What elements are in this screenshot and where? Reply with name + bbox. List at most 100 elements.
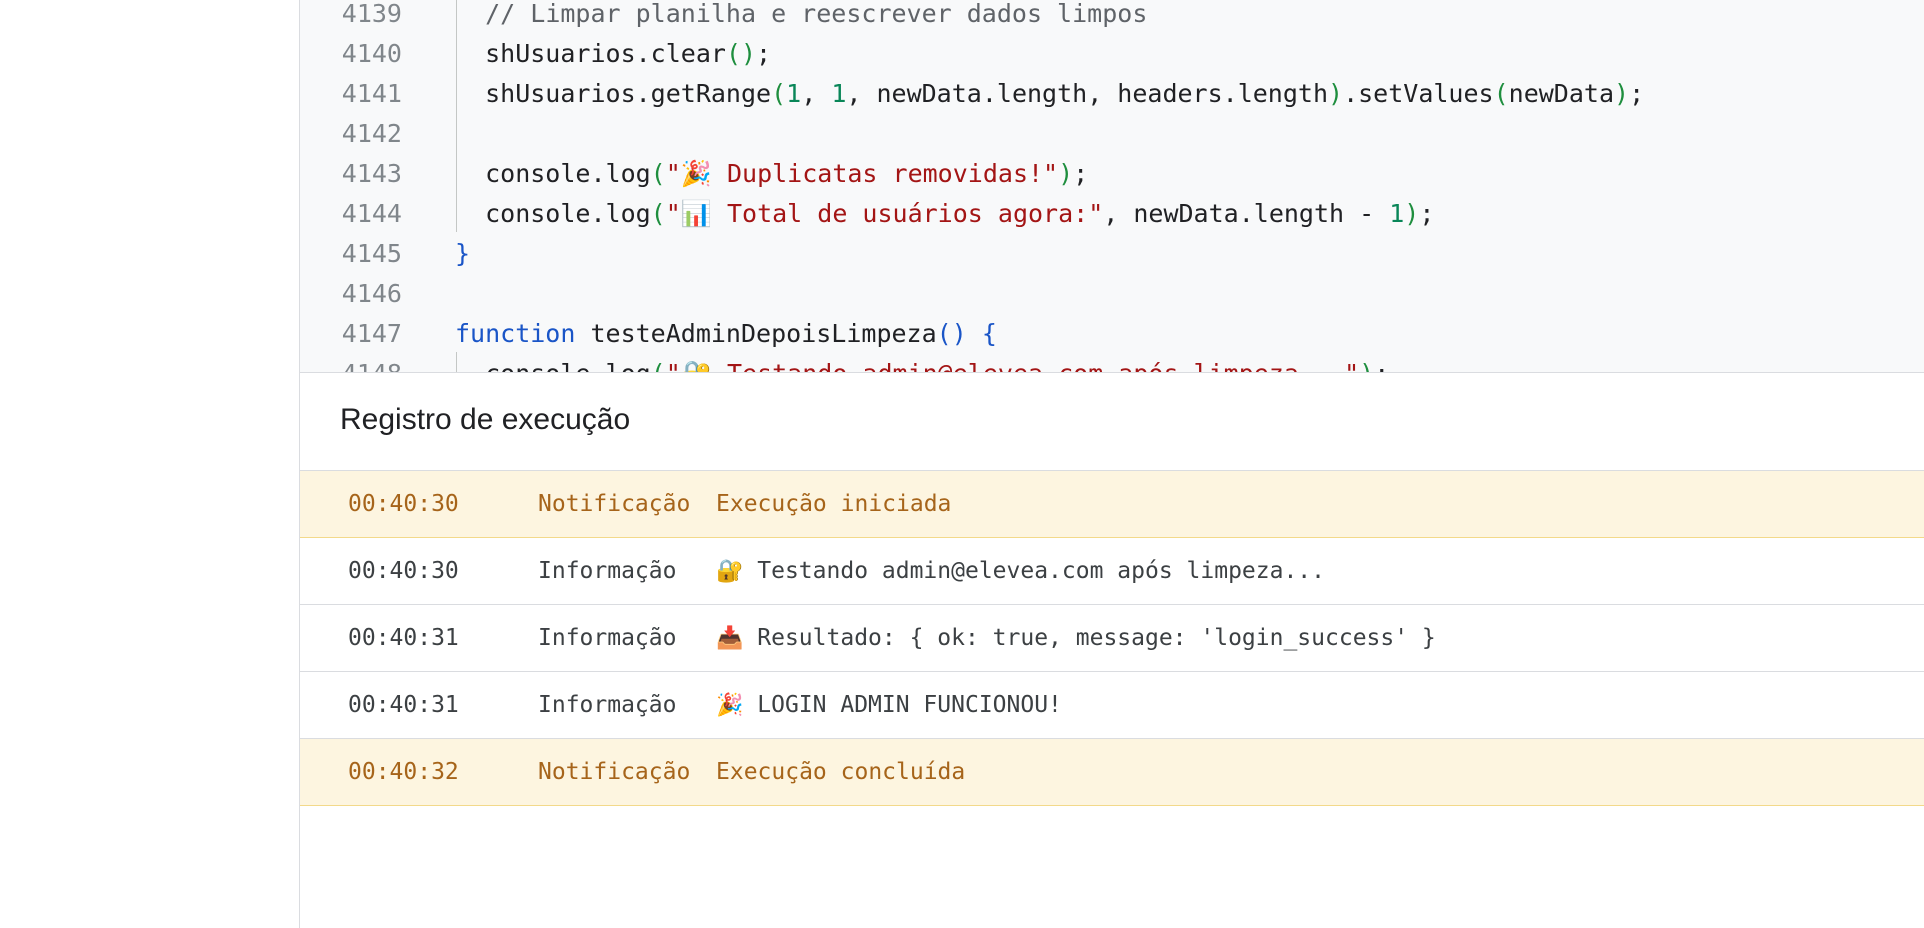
log-row: 00:40:31 Informação 📥 Resultado: { ok: tru… xyxy=(300,605,1924,672)
log-level: Notificação xyxy=(538,759,691,785)
code-token: ( xyxy=(771,79,787,108)
code-token: ( xyxy=(651,359,666,372)
code-line[interactable]: 4146 xyxy=(300,274,1924,314)
log-level: Informação xyxy=(538,625,677,651)
log-level: Notificação xyxy=(538,491,691,517)
main-area: 4139 // Limpar planilha e reescrever dad… xyxy=(300,0,1924,928)
line-number: 4144 xyxy=(341,199,402,228)
code-line[interactable]: 4139 // Limpar planilha e reescrever dad… xyxy=(300,0,1924,34)
code-token: "🔐 Testando admin@elevea.com após limpez… xyxy=(666,359,1359,372)
code-line[interactable]: 4141 shUsuarios.getRange(1, 1, newData.l… xyxy=(300,74,1924,114)
code-token: ) xyxy=(1359,359,1374,372)
log-level: Informação xyxy=(538,692,677,718)
line-number: 4148 xyxy=(300,354,402,372)
code-text: } xyxy=(455,234,470,274)
code-token: ; xyxy=(1073,159,1089,188)
code-token: function xyxy=(455,319,576,348)
code-token: console.log xyxy=(455,199,651,228)
log-level: Informação xyxy=(538,558,677,584)
code-token: () xyxy=(936,319,967,348)
code-token: , newData.length - xyxy=(1103,199,1390,228)
log-time: 00:40:30 xyxy=(348,558,459,584)
code-token: ; xyxy=(1419,199,1435,228)
log-time: 00:40:31 xyxy=(348,625,459,651)
log-emoji-icon: 📥 xyxy=(716,626,744,651)
line-number: 4142 xyxy=(341,119,402,148)
code-text: console.log("🔐 Testando admin@elevea.com… xyxy=(455,354,1389,372)
code-token: newData xyxy=(1508,79,1615,108)
code-token: ) xyxy=(1404,199,1420,228)
code-token: { xyxy=(981,319,997,348)
log-emoji-icon: 🎉 xyxy=(716,693,744,718)
log-emoji-icon: 🔐 xyxy=(716,559,744,584)
log-row: 00:40:30 Informação 🔐 Testando admin@eleve… xyxy=(300,538,1924,605)
code-token: () xyxy=(725,39,757,68)
code-token: , xyxy=(801,79,832,108)
code-token: ( xyxy=(1493,79,1509,108)
code-token: console.log xyxy=(455,359,651,372)
code-line[interactable]: 4140 shUsuarios.clear(); xyxy=(300,34,1924,74)
code-text: console.log("📊 Total de usuários agora:"… xyxy=(455,194,1434,234)
code-token: 1 xyxy=(1389,199,1405,228)
log-time: 00:40:30 xyxy=(348,491,459,517)
line-number: 4139 xyxy=(341,0,402,28)
log-message-text: Execução concluída xyxy=(716,759,966,785)
log-time: 00:40:32 xyxy=(348,759,459,785)
code-token: } xyxy=(455,239,471,268)
log-row: 00:40:32 Notificação Execução concluída xyxy=(300,739,1924,806)
code-line[interactable]: 4147 function testeAdminDepoisLimpeza() { xyxy=(300,314,1924,354)
code-token: ( xyxy=(650,159,666,188)
code-token: ; xyxy=(1374,359,1389,372)
code-token: shUsuarios.getRange xyxy=(455,79,772,108)
line-number: 4147 xyxy=(341,319,402,348)
code-text: console.log("🎉 Duplicatas removidas!"); xyxy=(455,154,1088,194)
code-text: shUsuarios.clear(); xyxy=(455,34,771,74)
code-token: // Limpar planilha e reescrever dados li… xyxy=(485,0,1148,28)
log-message: 📥 Resultado: { ok: true, message: 'login… xyxy=(716,605,1436,672)
log-message: Execução iniciada xyxy=(716,471,951,537)
code-token: ; xyxy=(756,39,772,68)
log-message: 🔐 Testando admin@elevea.com após limpeza… xyxy=(716,538,1325,605)
left-sidebar-area xyxy=(0,0,300,928)
code-token: ; xyxy=(1629,79,1645,108)
code-editor[interactable]: 4139 // Limpar planilha e reescrever dad… xyxy=(300,0,1924,373)
code-line[interactable]: 4144 console.log("📊 Total de usuários ag… xyxy=(300,194,1924,234)
code-token: .setValues xyxy=(1343,79,1494,108)
code-token: testeAdminDepoisLimpeza xyxy=(575,319,937,348)
code-token: 1 xyxy=(786,79,802,108)
code-line[interactable]: 4142 xyxy=(300,114,1924,154)
code-text: function testeAdminDepoisLimpeza() { xyxy=(455,314,997,354)
code-token: "🎉 Duplicatas removidas!" xyxy=(665,159,1059,188)
log-message: Execução concluída xyxy=(716,739,965,805)
log-time: 00:40:31 xyxy=(348,692,459,718)
log-message-text: Resultado: { ok: true, message: 'login_s… xyxy=(757,625,1436,651)
code-token: "📊 Total de usuários agora:" xyxy=(665,199,1104,228)
code-line[interactable]: 4148 console.log("🔐 Testando admin@eleve… xyxy=(300,354,1924,372)
line-number: 4140 xyxy=(341,39,402,68)
line-number: 4145 xyxy=(341,239,402,268)
code-token: ) xyxy=(1328,79,1344,108)
execution-log-panel: Registro de execução 00:40:30 Notificação… xyxy=(300,373,1924,928)
code-line[interactable]: 4143 console.log("🎉 Duplicatas removidas… xyxy=(300,154,1924,194)
code-token: shUsuarios.clear xyxy=(455,39,726,68)
log-message-text: Execução iniciada xyxy=(716,491,952,517)
log-message-text: Testando admin@elevea.com após limpeza..… xyxy=(757,558,1325,584)
code-token: 1 xyxy=(831,79,847,108)
code-text: shUsuarios.getRange(1, 1, newData.length… xyxy=(455,74,1644,114)
log-message-text: LOGIN ADMIN FUNCIONOU! xyxy=(757,692,1062,718)
log-row: 00:40:31 Informação 🎉 LOGIN ADMIN FUNCIONO… xyxy=(300,672,1924,739)
log-title: Registro de execução xyxy=(340,403,631,436)
code-token: , newData.length, headers.length xyxy=(846,79,1329,108)
log-row: 00:40:30 Notificação Execução iniciada xyxy=(300,471,1924,538)
code-token: ( xyxy=(650,199,666,228)
code-line[interactable]: 4145} xyxy=(300,234,1924,274)
line-number: 4141 xyxy=(341,79,402,108)
log-message: 🎉 LOGIN ADMIN FUNCIONOU! xyxy=(716,672,1062,739)
code-token: console.log xyxy=(455,159,651,188)
code-token: ) xyxy=(1058,159,1074,188)
code-token: ) xyxy=(1614,79,1630,108)
code-text: // Limpar planilha e reescrever dados li… xyxy=(455,0,1147,34)
line-number: 4143 xyxy=(341,159,402,188)
